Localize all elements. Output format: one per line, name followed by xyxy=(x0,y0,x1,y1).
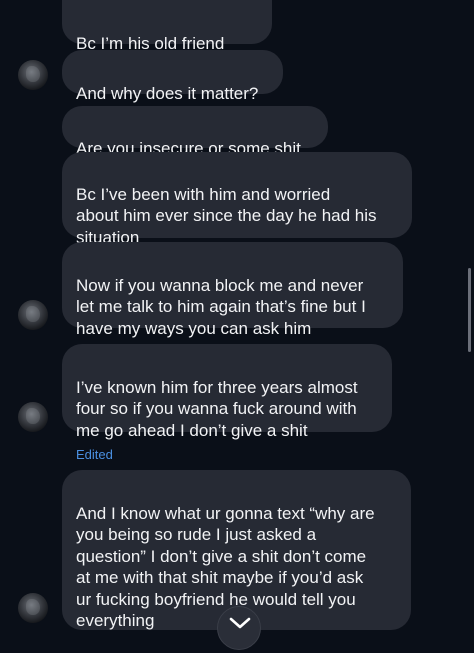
message-bubble[interactable]: And why does it matter? xyxy=(62,50,283,103)
avatar[interactable] xyxy=(18,60,48,90)
message-bubble[interactable]: Bc I’ve been with him and worried about … xyxy=(62,152,412,247)
message-text: Now if you wanna block me and never let … xyxy=(76,275,366,338)
chevron-down-icon xyxy=(229,617,251,629)
message-text: And why does it matter? xyxy=(76,83,259,103)
scrollbar[interactable] xyxy=(468,268,471,352)
message-bubble[interactable]: Are you insecure or some shit xyxy=(62,106,328,158)
message-bubble[interactable]: I’ve known him for three years almost fo… xyxy=(62,344,392,440)
avatar[interactable] xyxy=(18,402,48,432)
message-text: I’ve known him for three years almost fo… xyxy=(76,377,358,440)
message-text: Bc I’ve been with him and worried about … xyxy=(76,184,377,247)
avatar[interactable] xyxy=(18,593,48,623)
avatar[interactable] xyxy=(18,300,48,330)
edited-label: Edited xyxy=(76,447,113,462)
message-bubble[interactable]: Now if you wanna block me and never let … xyxy=(62,242,403,338)
scroll-down-button[interactable] xyxy=(217,606,261,650)
message-bubble[interactable]: Bc I’m his old friend xyxy=(62,0,272,53)
